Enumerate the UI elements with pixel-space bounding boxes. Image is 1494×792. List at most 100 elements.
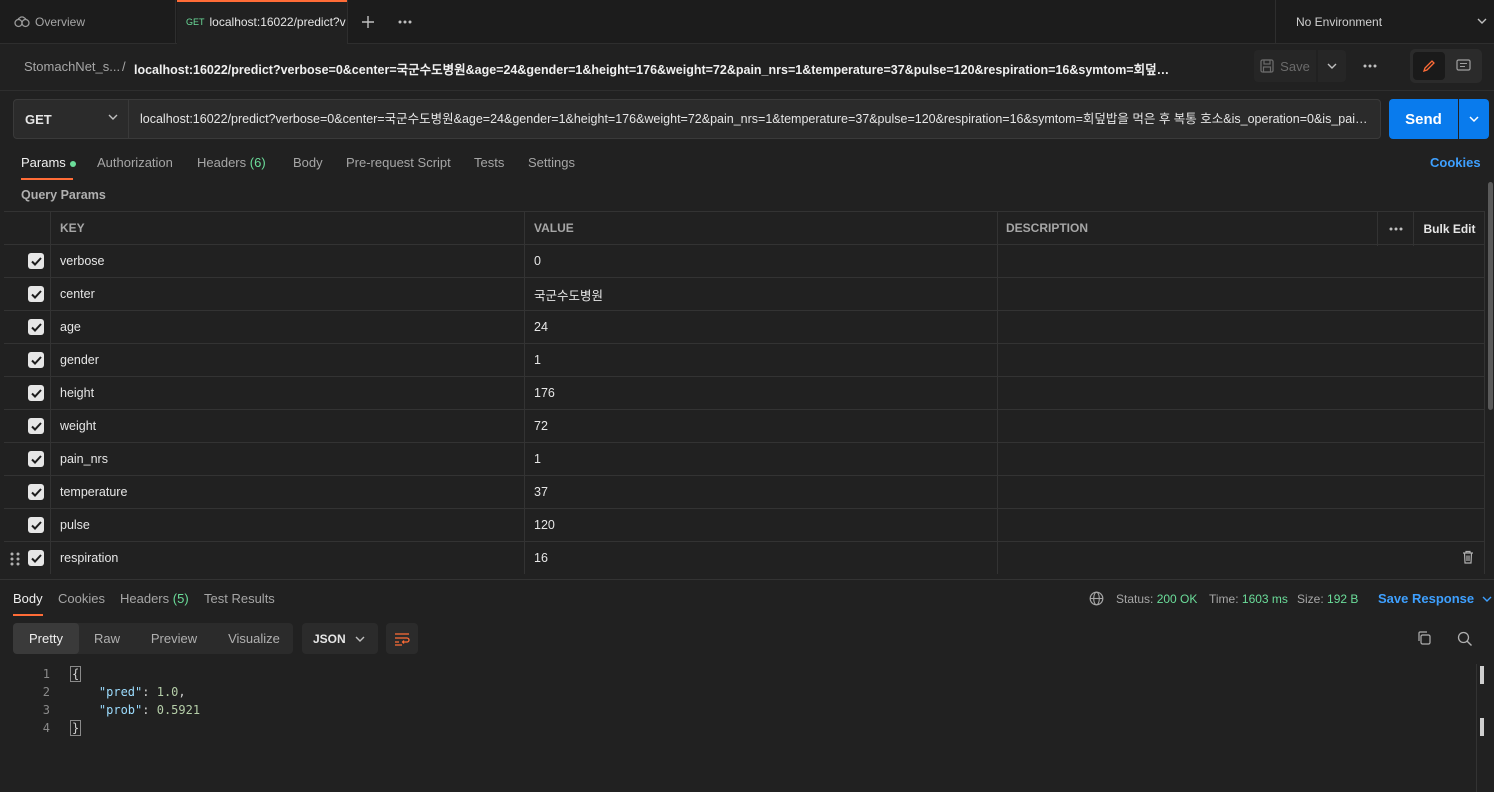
param-value-cell[interactable]: 72	[524, 410, 997, 442]
param-enabled-checkbox[interactable]	[28, 286, 44, 302]
param-key-cell[interactable]: verbose	[50, 245, 524, 277]
param-value-cell[interactable]: 국군수도병원	[524, 278, 997, 310]
globe-icon-wrap[interactable]	[1089, 591, 1104, 609]
param-value-cell[interactable]: 1	[524, 344, 997, 376]
response-scroll-marker[interactable]	[1480, 666, 1484, 684]
param-value-cell[interactable]: 120	[524, 509, 997, 541]
tab-headers[interactable]: Headers (6)	[197, 155, 266, 170]
param-description-cell[interactable]	[997, 476, 1485, 508]
response-tab-body[interactable]: Body	[13, 591, 43, 606]
tab-overview[interactable]: Overview	[0, 0, 176, 44]
param-enabled-checkbox[interactable]	[28, 352, 44, 368]
header-checkbox-cell	[4, 212, 50, 244]
param-enabled-checkbox[interactable]	[28, 319, 44, 335]
response-tab-cookies[interactable]: Cookies	[58, 591, 105, 606]
param-value-cell[interactable]: 1	[524, 443, 997, 475]
new-tab-button[interactable]	[358, 12, 378, 32]
param-key-cell[interactable]: temperature	[50, 476, 524, 508]
param-enabled-checkbox[interactable]	[28, 253, 44, 269]
tab-options-button[interactable]	[395, 12, 415, 32]
param-value-cell[interactable]: 24	[524, 311, 997, 343]
param-key-cell[interactable]: age	[50, 311, 524, 343]
response-tab-test-results[interactable]: Test Results	[204, 591, 275, 606]
param-enabled-checkbox[interactable]	[28, 484, 44, 500]
tab-prerequest-script[interactable]: Pre-request Script	[346, 155, 451, 170]
edit-mode-button[interactable]	[1413, 52, 1445, 80]
status-value: 200 OK	[1156, 592, 1198, 606]
send-options-button[interactable]	[1459, 99, 1489, 139]
environment-selector[interactable]: No Environment	[1275, 0, 1494, 44]
param-key: center	[60, 287, 95, 301]
response-scroll-marker[interactable]	[1480, 718, 1484, 736]
param-description-cell[interactable]	[997, 377, 1485, 409]
param-enabled-checkbox[interactable]	[28, 418, 44, 434]
param-value-cell[interactable]: 0	[524, 245, 997, 277]
param-key-cell[interactable]: height	[50, 377, 524, 409]
tab-settings[interactable]: Settings	[528, 155, 575, 170]
format-pretty[interactable]: Pretty	[13, 623, 79, 654]
format-raw[interactable]: Raw	[84, 623, 130, 654]
tab-overview-label: Overview	[35, 15, 86, 29]
param-key-cell[interactable]: respiration	[50, 542, 524, 574]
param-value-cell[interactable]: 176	[524, 377, 997, 409]
search-icon	[1457, 631, 1472, 646]
save-button[interactable]: Save	[1254, 50, 1316, 82]
url-input[interactable]: localhost:16022/predict?verbose=0&center…	[128, 99, 1381, 139]
param-enabled-checkbox[interactable]	[28, 451, 44, 467]
param-key-cell[interactable]: pulse	[50, 509, 524, 541]
param-description-cell[interactable]	[997, 443, 1485, 475]
param-value-cell[interactable]: 16	[524, 542, 997, 574]
param-description-cell[interactable]	[997, 509, 1485, 541]
param-description-cell[interactable]	[997, 245, 1485, 277]
search-button[interactable]	[1457, 631, 1473, 650]
format-preview[interactable]: Preview	[140, 623, 208, 654]
param-description-cell[interactable]	[997, 410, 1485, 442]
save-response-button[interactable]: Save Response	[1378, 591, 1492, 606]
checkmark-icon	[30, 553, 42, 563]
param-enabled-checkbox[interactable]	[28, 385, 44, 401]
params-scrollbar[interactable]	[1488, 182, 1493, 410]
param-description-cell[interactable]	[997, 542, 1485, 574]
documentation-mode-button[interactable]	[1448, 52, 1478, 80]
bulk-edit-button[interactable]: Bulk Edit	[1413, 212, 1485, 246]
breadcrumb-collection[interactable]: StomachNet_s...	[24, 59, 120, 74]
pane-divider[interactable]	[0, 579, 1494, 580]
param-description-cell[interactable]	[997, 311, 1485, 343]
tab-params[interactable]: Params	[21, 155, 76, 170]
response-size[interactable]: Size: 192 B	[1297, 592, 1358, 606]
trash-icon[interactable]	[1462, 550, 1474, 564]
tab-request[interactable]: GET localhost:16022/predict?v	[177, 0, 348, 44]
response-status[interactable]: Status: 200 OK	[1116, 592, 1197, 606]
response-time[interactable]: Time: 1603 ms	[1209, 592, 1288, 606]
drag-handle-icon[interactable]	[10, 551, 20, 567]
wrap-lines-button[interactable]	[386, 623, 418, 654]
param-key-cell[interactable]: pain_nrs	[50, 443, 524, 475]
row-checkbox-cell	[4, 542, 50, 574]
method-select[interactable]: GET	[13, 99, 129, 139]
tab-tests[interactable]: Tests	[474, 155, 504, 170]
format-visualize[interactable]: Visualize	[218, 623, 290, 654]
table-row: pulse 120	[4, 509, 1485, 542]
breadcrumb-request-name[interactable]: localhost:16022/predict?verbose=0&center…	[134, 59, 1174, 78]
cookies-link[interactable]: Cookies	[1430, 155, 1481, 170]
param-key-cell[interactable]: center	[50, 278, 524, 310]
copy-button[interactable]	[1416, 630, 1432, 649]
checkmark-icon	[30, 355, 42, 365]
param-enabled-checkbox[interactable]	[28, 517, 44, 533]
param-value-cell[interactable]: 37	[524, 476, 997, 508]
param-value: 16	[534, 551, 548, 565]
language-select[interactable]: JSON	[302, 623, 378, 654]
response-tab-headers[interactable]: Headers (5)	[120, 591, 189, 606]
param-key-cell[interactable]: gender	[50, 344, 524, 376]
param-description-cell[interactable]	[997, 278, 1485, 310]
tab-body[interactable]: Body	[293, 155, 323, 170]
save-options-button[interactable]	[1318, 50, 1346, 82]
send-button[interactable]: Send	[1389, 99, 1458, 139]
column-options-button[interactable]	[1377, 212, 1413, 246]
param-key: pain_nrs	[60, 452, 108, 466]
tab-authorization[interactable]: Authorization	[97, 155, 173, 170]
param-key-cell[interactable]: weight	[50, 410, 524, 442]
request-more-button[interactable]	[1357, 50, 1383, 82]
param-description-cell[interactable]	[997, 344, 1485, 376]
param-enabled-checkbox[interactable]	[28, 550, 44, 566]
